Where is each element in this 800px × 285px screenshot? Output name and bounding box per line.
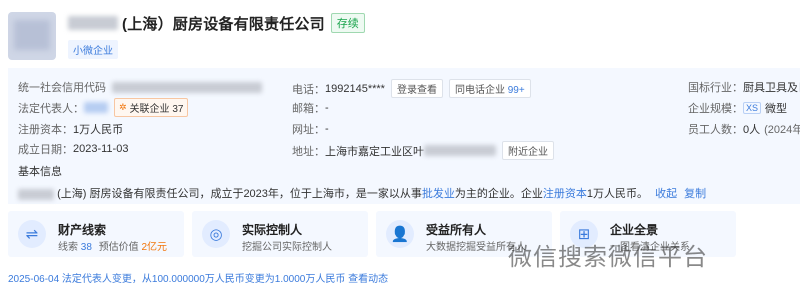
person-icon: 👤 — [386, 220, 414, 248]
company-name: (上海）厨房设备有限责任公司 — [122, 15, 325, 33]
scale-tag: XS — [743, 102, 762, 114]
redacted-name-desc — [18, 188, 54, 200]
redacted-address — [424, 145, 496, 156]
basic-info-text: (上海) 厨房设备有限责任公司，成立于2023年，位于上海市，是一家以从事批发业… — [18, 185, 706, 201]
legal-rep-row: 法定代表人： ✲ 关联企业 37 — [18, 98, 189, 117]
industry-row: 国标行业： 厨具卫具及日 — [688, 82, 800, 94]
card-actual-controller[interactable]: ◎ 实际控制人 挖掘公司实际控制人 — [192, 211, 368, 257]
industry-link[interactable]: 批发业 — [422, 188, 455, 200]
login-view-button[interactable]: 登录查看 — [390, 79, 443, 98]
reg-capital-row: 注册资本： 1万人民币 — [18, 124, 124, 136]
related-companies-button[interactable]: ✲ 关联企业 37 — [114, 98, 189, 117]
established-row: 成立日期： 2023-11-03 — [18, 143, 129, 156]
title-row: (上海）厨房设备有限责任公司 存续 — [68, 12, 365, 34]
redacted-legal-rep[interactable] — [84, 102, 108, 113]
basic-info-heading: 基本信息 — [18, 166, 62, 178]
scale-row: 企业规模： XS 微型 — [688, 102, 788, 115]
redacted-code — [112, 81, 262, 93]
credit-code-row: 统一社会信用代码 — [18, 79, 262, 95]
copy-link[interactable]: 复制 — [684, 188, 706, 200]
phone-row: 电话： 1992145**** 登录查看 同电话企业 99+ — [292, 79, 531, 98]
address-row: 地址： 上海市嘉定工业区叶 附近企业 — [292, 141, 554, 160]
staff-row: 员工人数： 0人 (2024年) — [688, 124, 800, 136]
target-icon: ◎ — [202, 220, 230, 248]
company-logo — [8, 12, 56, 60]
latest-update[interactable]: 2025-06-04 法定代表人变更，从100.000000万人民币变更为1.0… — [8, 270, 388, 285]
size-tag[interactable]: 小微企业 — [68, 40, 118, 59]
website-row: 网址： - — [292, 123, 329, 136]
status-badge: 存续 — [330, 13, 365, 33]
related-icon: ✲ — [119, 102, 127, 112]
same-phone-button[interactable]: 同电话企业 99+ — [448, 79, 531, 98]
email-row: 邮箱： - — [292, 102, 329, 115]
watermark: 微信搜索微信平台 — [508, 243, 708, 271]
collapse-link[interactable]: 收起 — [655, 188, 677, 200]
clue-icon: ⇌ — [18, 220, 46, 248]
nearby-companies-button[interactable]: 附近企业 — [502, 141, 554, 160]
reg-capital-link[interactable]: 注册资本 — [543, 188, 587, 200]
card-property-clues[interactable]: ⇌ 财产线索 线索 38 预估价值 2亿元 — [8, 211, 184, 257]
redacted-name — [68, 16, 118, 30]
